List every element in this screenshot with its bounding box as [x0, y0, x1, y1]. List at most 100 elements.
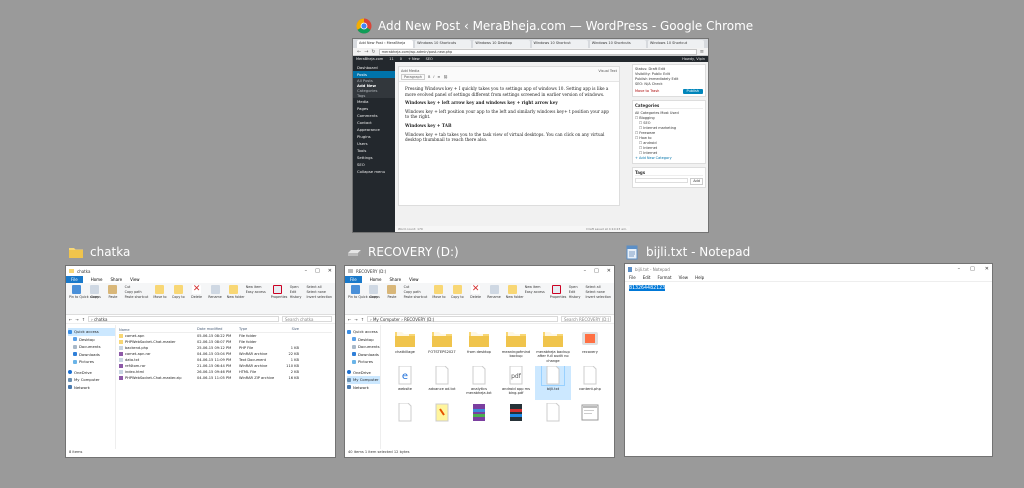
up-icon[interactable]: ↑	[361, 317, 364, 322]
file-tile[interactable]: merabheja backup after full audit no cha…	[535, 329, 571, 363]
wp-menu-dashboard[interactable]: Dashboard	[353, 64, 395, 71]
up-icon[interactable]: ↑	[82, 317, 85, 322]
publish-button[interactable]: Publish	[682, 89, 703, 94]
editor-mode-tabs[interactable]: Visual Text	[598, 69, 617, 73]
delete-button[interactable]: ✕ Delete	[190, 285, 203, 300]
bold-icon[interactable]: B	[428, 75, 430, 79]
menu-edit[interactable]: Edit	[643, 275, 651, 280]
wp-menu-comments[interactable]: Comments	[353, 112, 395, 119]
file-tile[interactable]: content.php	[572, 366, 608, 400]
wp-menu-plugins[interactable]: Plugins	[353, 133, 395, 140]
file-tile[interactable]	[424, 403, 460, 437]
table-row[interactable]: PHPWebSocket-Chat-master.zip 04-06-15 11:…	[119, 375, 332, 381]
nav-downloads[interactable]: Downloads	[347, 351, 380, 359]
minimize-icon[interactable]: –	[305, 268, 308, 274]
nav-my-computer[interactable]: My Computer	[347, 376, 380, 384]
ribbon-tab-share[interactable]: Share	[111, 277, 123, 282]
minimize-icon[interactable]: –	[584, 268, 587, 274]
wp-menu-settings[interactable]: Settings	[353, 154, 395, 161]
wp-menu-appearance[interactable]: Appearance	[353, 126, 395, 133]
easy-access-button[interactable]: Easy access	[525, 290, 545, 295]
nav-onedrive[interactable]: OneDrive	[347, 369, 380, 377]
file-tile[interactable]: bijli.txt	[535, 366, 571, 400]
maximize-icon[interactable]: □	[594, 268, 599, 274]
copy-to-button[interactable]: Copy to	[451, 285, 464, 299]
nav-desktop[interactable]: Desktop	[347, 336, 380, 344]
nav-pictures[interactable]: Pictures	[347, 358, 380, 366]
file-tile[interactable]	[535, 403, 571, 437]
forward-icon[interactable]: →	[75, 317, 78, 322]
search-input[interactable]: Search RECOVERY (D:)	[561, 316, 611, 322]
paste-button[interactable]: Paste	[385, 285, 398, 299]
invert-selection-button[interactable]: Invert selection	[306, 295, 332, 300]
pin-button[interactable]: Pin to Quick access	[69, 285, 101, 299]
wp-menu-tools[interactable]: Tools	[353, 147, 395, 154]
nav-desktop[interactable]: Desktop	[68, 336, 115, 344]
nav-downloads[interactable]: Downloads	[68, 351, 115, 359]
wp-adminbar-updates[interactable]: 11	[389, 57, 393, 61]
wp-menu-collapse[interactable]: Collapse menu	[353, 168, 395, 175]
invert-selection-button[interactable]: Invert selection	[585, 295, 611, 300]
copy-button[interactable]: Copy	[88, 285, 101, 299]
nav-onedrive[interactable]: OneDrive	[68, 369, 115, 377]
back-icon[interactable]: ←	[348, 317, 351, 322]
address-bar[interactable]: merabheja.com/wp-admin/post-new.php	[378, 48, 697, 55]
maximize-icon[interactable]: □	[970, 266, 975, 272]
close-icon[interactable]: ✕	[607, 268, 611, 274]
explorer-chatka-window-title[interactable]: chatka	[68, 244, 130, 260]
ribbon-tab-home[interactable]: Home	[370, 277, 382, 282]
search-input[interactable]: Search chatka	[282, 316, 332, 322]
easy-access-button[interactable]: Easy access	[246, 290, 266, 295]
paste-shortcut-button[interactable]: Paste shortcut	[125, 295, 149, 300]
ribbon-tab-file[interactable]: File	[345, 276, 362, 283]
wp-adminbar-site[interactable]: MeraBheja.com	[356, 57, 383, 61]
wp-adminbar-seo[interactable]: SEO	[426, 57, 433, 61]
file-tile[interactable]: pdf android app ms bing.pdf	[498, 366, 534, 400]
chrome-window-title[interactable]: Add New Post ‹ MeraBheja.com — WordPress…	[356, 18, 753, 34]
wp-menu-users[interactable]: Users	[353, 140, 395, 147]
wp-menu-posts[interactable]: Posts	[353, 71, 395, 78]
close-icon[interactable]: ✕	[328, 268, 332, 274]
wp-adminbar-comments[interactable]: 0	[400, 57, 402, 61]
ribbon-tab-share[interactable]: Share	[390, 277, 402, 282]
file-tile[interactable]	[387, 403, 423, 437]
paste-button[interactable]: Paste	[106, 285, 119, 299]
nav-network[interactable]: Network	[347, 384, 380, 392]
copy-button[interactable]: Copy	[367, 285, 380, 299]
chrome-tab[interactable]: Windows 10 Shortcuts	[589, 40, 646, 48]
menu-help[interactable]: Help	[695, 275, 704, 280]
rename-button[interactable]: Rename	[208, 285, 222, 299]
nav-quick-access[interactable]: Quick access	[347, 328, 380, 336]
nav-documents[interactable]: Documents	[347, 343, 380, 351]
file-tile[interactable]: chatkillage	[387, 329, 423, 363]
menu-file[interactable]: File	[629, 275, 636, 280]
chrome-tab[interactable]: Windows 10 Shortcut	[531, 40, 588, 48]
file-tile[interactable]: analytics merabheja.txt	[461, 366, 497, 400]
column-name[interactable]: Name	[119, 327, 197, 332]
list-icon[interactable]: ≡	[437, 75, 440, 79]
menu-icon[interactable]: ≡	[700, 49, 704, 55]
column-type[interactable]: Type	[239, 327, 279, 332]
delete-button[interactable]: ✕ Delete	[469, 285, 482, 300]
explorer-recovery-window-title[interactable]: RECOVERY (D:)	[346, 244, 459, 260]
new-folder-button[interactable]: New folder	[506, 285, 524, 299]
wp-menu-contact[interactable]: Contact	[353, 119, 395, 126]
italic-icon[interactable]: I	[433, 75, 434, 79]
chrome-tab[interactable]: Add New Post ‹ MeraBheja	[357, 40, 414, 48]
chrome-tab[interactable]: Windows 10 Shortcut	[647, 40, 705, 48]
chrome-tab[interactable]: Windows 10 Desktop	[473, 40, 530, 48]
explorer-chatka-thumbnail[interactable]: chatka – □ ✕ File Home Share View Pin to Q…	[66, 266, 335, 457]
file-tile[interactable]	[461, 403, 497, 437]
ribbon-tab-view[interactable]: View	[130, 277, 140, 282]
file-tile[interactable]: advance ad.txt	[424, 366, 460, 400]
history-button[interactable]: History	[290, 295, 302, 300]
wp-menu-pages[interactable]: Pages	[353, 105, 395, 112]
ribbon-tab-file[interactable]: File	[66, 276, 83, 283]
file-tile[interactable]: recovery	[572, 329, 608, 363]
move-to-button[interactable]: Move to	[432, 285, 446, 299]
nav-my-computer[interactable]: My Computer	[68, 376, 115, 384]
file-tile[interactable]	[498, 403, 534, 437]
move-to-button[interactable]: Move to	[153, 285, 167, 299]
tags-input[interactable]	[635, 178, 689, 183]
file-tile[interactable]	[572, 403, 608, 437]
